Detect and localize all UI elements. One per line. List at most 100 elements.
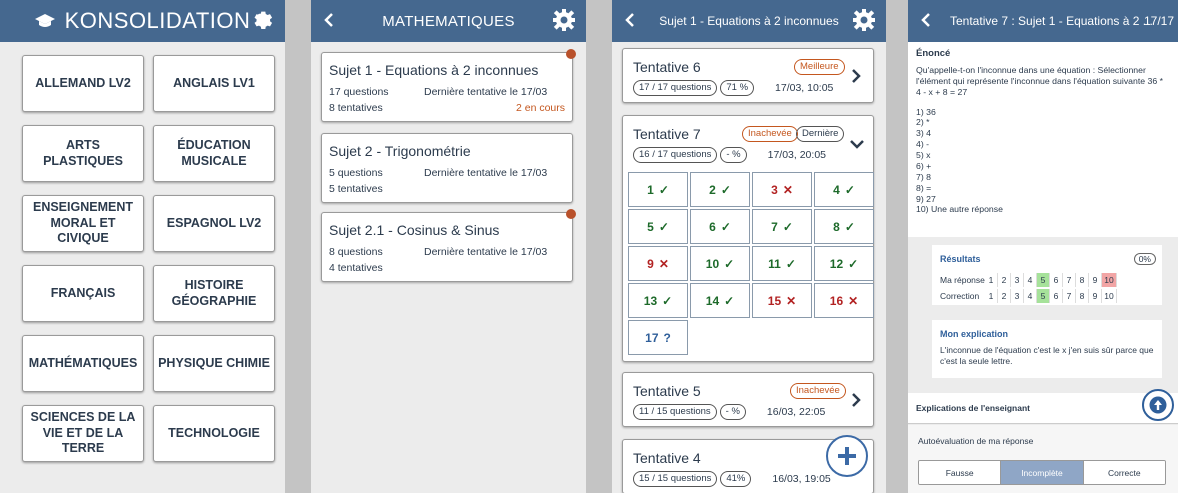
correction-cell: 8 <box>1076 289 1089 303</box>
results-score: 0% <box>1133 253 1156 265</box>
answer-cell: 5 <box>1037 273 1050 287</box>
in-progress-status: 2 en cours <box>515 102 565 114</box>
correction-cell: 7 <box>1063 289 1076 303</box>
question-cell[interactable]: 11 ✓ <box>752 246 812 281</box>
add-attempt-button[interactable] <box>826 435 868 477</box>
back-chevron-icon[interactable] <box>920 9 932 31</box>
attempt-date: 16/03, 19:05 <box>772 473 831 485</box>
divider <box>586 0 612 493</box>
attempt-count: 8 tentatives <box>329 102 383 114</box>
back-chevron-icon[interactable] <box>624 9 636 31</box>
option-item: 1) 36 <box>916 106 936 117</box>
topic-card[interactable]: Sujet 2 - Trigonométrie 5 questions Derni… <box>321 133 573 203</box>
subject-button[interactable]: ÉDUCATION MUSICALE <box>153 125 275 182</box>
scroll-up-button[interactable] <box>1142 389 1174 421</box>
option-item: 4) - <box>916 139 930 150</box>
question-cell[interactable]: 1 ✓ <box>628 172 688 207</box>
question-cell[interactable]: 15 ✕ <box>752 283 812 318</box>
answer-cell: 10 <box>1102 273 1117 287</box>
answer-cell: 6 <box>1050 273 1063 287</box>
subject-grid: ALLEMAND LV2 ANGLAIS LV1 ARTS PLASTIQUES… <box>0 42 285 462</box>
attempt-count: 5 tentatives <box>329 183 383 195</box>
back-chevron-icon[interactable] <box>323 9 335 31</box>
topics-header: MATHEMATIQUES <box>311 0 586 42</box>
question-cell[interactable]: 12 ✓ <box>814 246 874 281</box>
option-item: 10) Une autre réponse <box>916 204 1003 215</box>
question-grid: 1 ✓ 2 ✓ 3 ✕ 4 ✓ 5 ✓ 6 ✓ 7 ✓ 8 ✓ 9 ✕ 10 ✓ 11 ✓ 12 ✓ 1… <box>628 172 874 355</box>
divider <box>285 0 311 493</box>
gear-icon[interactable] <box>251 8 275 32</box>
question-cell[interactable]: 14 ✓ <box>690 283 750 318</box>
correction-label: Correction <box>940 291 980 301</box>
choice-wrong[interactable]: Fausse <box>919 461 1002 484</box>
answer-cell: 8 <box>1076 273 1089 287</box>
teacher-explanations[interactable]: Explications de l'enseignant <box>908 393 1178 424</box>
choice-incomplete[interactable]: Incomplète <box>1001 461 1084 484</box>
question-cell[interactable]: 10 ✓ <box>690 246 750 281</box>
question-cell[interactable]: 13 ✓ <box>628 283 688 318</box>
question-cell[interactable]: 2 ✓ <box>690 172 750 207</box>
subjects-screen: KONSOLIDATION ALLEMAND LV2 ANGLAIS LV1 A… <box>0 0 285 493</box>
subject-button[interactable]: ALLEMAND LV2 <box>22 55 144 112</box>
my-answer-row: Ma réponse 1 2 3 4 5 6 7 8 9 10 <box>940 273 1117 287</box>
subject-button[interactable]: TECHNOLOGIE <box>153 405 275 462</box>
question-cell[interactable]: 3 ✕ <box>752 172 812 207</box>
chevron-down-icon[interactable] <box>849 139 865 149</box>
self-assessment-label: Autoévaluation de ma réponse <box>918 436 1034 446</box>
results-label: Résultats <box>940 254 981 264</box>
last-attempt: Dernière tentative le 17/03 <box>424 167 548 179</box>
incomplete-badge: Inachevée <box>742 126 798 142</box>
correction-cell: 6 <box>1050 289 1063 303</box>
question-cell[interactable]: 17? <box>628 320 688 355</box>
graduation-cap-icon <box>34 14 55 27</box>
question-cell[interactable]: 5 ✓ <box>628 209 688 244</box>
topic-card[interactable]: Sujet 1 - Equations à 2 inconnues 17 que… <box>321 49 576 122</box>
question-cell[interactable]: 7 ✓ <box>752 209 812 244</box>
question-pill: 11 / 15 questions <box>633 404 717 420</box>
correction-cell: 5 <box>1037 289 1050 303</box>
topic-card[interactable]: Sujet 2.1 - Cosinus & Sinus 8 questions D… <box>321 209 576 282</box>
subject-button[interactable]: FRANÇAIS <box>22 265 144 322</box>
last-attempt: Dernière tentative le 17/03 <box>424 86 548 98</box>
question-detail-screen: Tentative 7 : Sujet 1 - Equations à 2 ..… <box>908 0 1178 493</box>
question-cell[interactable]: 6 ✓ <box>690 209 750 244</box>
subject-button[interactable]: MATHÉMATIQUES <box>22 335 144 392</box>
attempt-card-expanded[interactable]: Tentative 7 Inachevée Dernière 16 / 17 q… <box>622 115 874 362</box>
attempts-screen: Sujet 1 - Equations à 2 inconnues Tentat… <box>612 0 886 493</box>
explanation-panel: Mon explication L'inconnue de l'équation… <box>932 320 1162 378</box>
chevron-right-icon[interactable] <box>851 392 861 408</box>
gear-icon[interactable] <box>852 8 876 32</box>
option-item: 6) + <box>916 160 932 171</box>
subject-button[interactable]: PHYSIQUE CHIMIE <box>153 335 275 392</box>
subject-button[interactable]: ENSEIGNEMENT MORAL ET CIVIQUE <box>22 195 144 252</box>
subject-button[interactable]: ARTS PLASTIQUES <box>22 125 144 182</box>
attempt-card[interactable]: Tentative 6 Meilleure 17 / 17 questions … <box>622 48 874 103</box>
option-item: 7) 8 <box>916 171 931 182</box>
question-cell[interactable]: 8 ✓ <box>814 209 874 244</box>
attempt-count: 4 tentatives <box>329 262 383 274</box>
statement-label: Énoncé <box>916 48 951 59</box>
question-count: 8 questions <box>329 246 383 258</box>
score-pill: 71 % <box>720 80 755 96</box>
score-pill: 41% <box>720 471 752 487</box>
option-item: 3) 4 <box>916 128 931 139</box>
question-cell[interactable]: 4 ✓ <box>814 172 874 207</box>
detail-header: Tentative 7 : Sujet 1 - Equations à 2 ..… <box>908 0 1178 42</box>
subject-button[interactable]: ANGLAIS LV1 <box>153 55 275 112</box>
subject-button[interactable]: SCIENCES DE LA VIE ET DE LA TERRE <box>22 405 144 462</box>
subject-button[interactable]: ESPAGNOL LV2 <box>153 195 275 252</box>
score-pill: - % <box>719 404 746 420</box>
attempt-card[interactable]: Tentative 5 Inachevée 11 / 15 questions … <box>622 372 874 427</box>
question-cell[interactable]: 9 ✕ <box>628 246 688 281</box>
question-cell[interactable]: 16 ✕ <box>814 283 874 318</box>
correction-cell: 4 <box>1024 289 1037 303</box>
best-badge: Meilleure <box>794 59 845 75</box>
attempts-header: Sujet 1 - Equations à 2 inconnues <box>612 0 886 42</box>
explanation-label: Mon explication <box>940 329 1009 339</box>
choice-correct[interactable]: Correcte <box>1083 461 1165 484</box>
chevron-right-icon[interactable] <box>851 68 861 84</box>
gear-icon[interactable] <box>552 8 576 32</box>
statement-panel: Énoncé Qu'appelle-t-on l'inconnue dans u… <box>908 42 1178 237</box>
subject-button[interactable]: HISTOIRE GÉOGRAPHIE <box>153 265 275 322</box>
notification-dot <box>566 209 576 219</box>
